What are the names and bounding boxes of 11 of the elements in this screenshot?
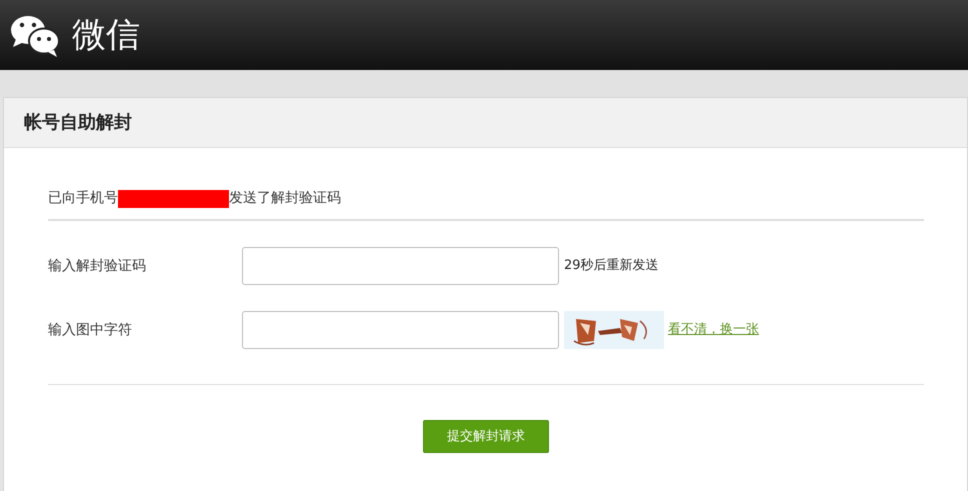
refresh-captcha-link[interactable]: 看不清，换一张 — [668, 320, 759, 340]
submit-button[interactable]: 提交解封请求 — [423, 420, 549, 453]
resend-countdown: 29秒后重新发送 — [564, 257, 659, 276]
notice-text: 发送了解封验证码 — [229, 189, 341, 208]
field-label: 输入图中字符 — [48, 320, 133, 340]
field-label: 输入解封验证码 — [48, 256, 147, 276]
brand-title: 微信 — [72, 18, 140, 52]
notice-text: 已向手机号 — [48, 189, 118, 208]
panel-title: 帐号自助解封 — [24, 111, 132, 135]
input-field[interactable] — [242, 311, 559, 349]
input-field[interactable] — [242, 247, 559, 285]
